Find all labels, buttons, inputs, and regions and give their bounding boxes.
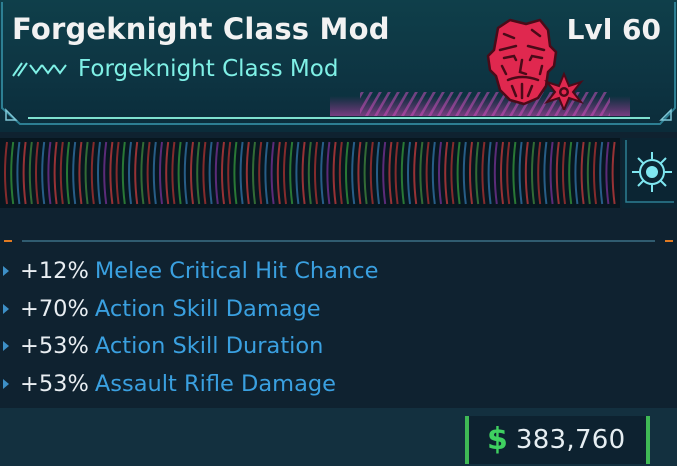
bullet-arrow-icon — [3, 303, 9, 314]
stat-value: +53% — [20, 333, 89, 360]
bullet-arrow-icon — [3, 379, 9, 390]
item-card: Forgeknight Class Mod Forgeknight Class … — [0, 0, 677, 466]
stat-value: +70% — [20, 295, 89, 322]
bullet-arrow-icon — [3, 341, 9, 352]
bullet-arrow-icon — [3, 265, 9, 276]
stat-value: +12% — [20, 257, 89, 284]
item-header: Forgeknight Class Mod Forgeknight Class … — [0, 0, 677, 132]
stat-line: +12% Melee Critical Hit Chance — [0, 252, 677, 290]
stat-label: Action Skill Duration — [94, 333, 324, 360]
item-type: Forgeknight Class Mod — [78, 56, 339, 82]
stats-divider — [4, 240, 673, 242]
item-price: 383,760 — [515, 425, 626, 455]
rarity-chevrons-icon — [12, 62, 67, 77]
stat-line: +53% Assault Rifle Damage — [0, 365, 677, 403]
stats-list: +12% Melee Critical Hit Chance +70% Acti… — [0, 252, 677, 403]
item-barcode-strip — [0, 138, 620, 208]
stat-label: Assault Rifle Damage — [94, 371, 336, 398]
stat-label: Action Skill Damage — [94, 295, 321, 322]
item-name: Forgeknight Class Mod — [12, 12, 390, 46]
item-type-row: Forgeknight Class Mod — [12, 56, 338, 82]
stat-label: Melee Critical Hit Chance — [94, 257, 379, 284]
item-footer: $ 383,760 — [0, 408, 677, 466]
stat-value: +53% — [20, 371, 89, 398]
stat-line: +53% Action Skill Duration — [0, 328, 677, 366]
manufacturer-emblem-icon — [622, 138, 677, 208]
dollar-icon: $ — [487, 422, 508, 457]
price-tag: $ 383,760 — [465, 416, 650, 464]
stat-line: +70% Action Skill Damage — [0, 290, 677, 328]
item-level: Lvl 60 — [566, 13, 661, 46]
